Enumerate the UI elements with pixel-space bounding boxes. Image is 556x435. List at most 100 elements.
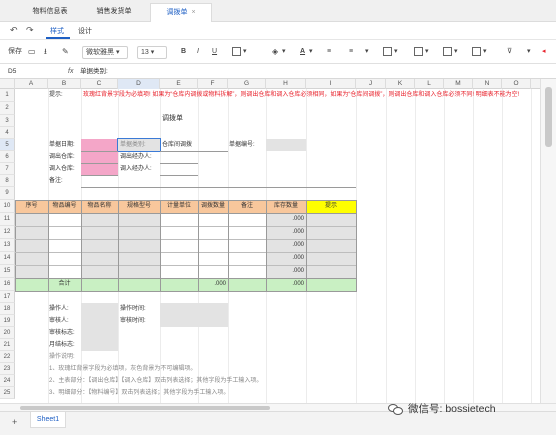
grid-line xyxy=(473,89,474,403)
scroll-thumb[interactable] xyxy=(545,87,552,147)
fill-color-icon[interactable]: ◈ xyxy=(272,46,278,58)
detail-header-unit: 计量单位 xyxy=(166,203,191,209)
function-icon[interactable]: fx xyxy=(68,66,73,77)
row-header[interactable]: 8 xyxy=(0,175,15,187)
column-header[interactable]: J xyxy=(356,79,386,89)
tab-transfer-order[interactable]: 调拨单 × xyxy=(150,3,212,22)
scroll-thumb[interactable] xyxy=(20,406,270,410)
row-header[interactable]: 15 xyxy=(0,265,15,278)
row-header[interactable]: 12 xyxy=(0,226,15,239)
row-header[interactable]: 19 xyxy=(0,315,15,327)
column-header[interactable]: G xyxy=(228,79,266,89)
save-button[interactable]: 保存 xyxy=(8,46,22,58)
align-center-icon[interactable]: ≡ xyxy=(349,46,353,58)
font-family-select[interactable]: 微软雅黑 ▾ xyxy=(82,46,128,59)
row-header[interactable]: 24 xyxy=(0,375,15,387)
row-header[interactable]: 21 xyxy=(0,339,15,351)
table-rule xyxy=(15,226,356,227)
table-rule xyxy=(228,200,229,291)
chevron-down-icon[interactable]: ▾ xyxy=(282,46,286,58)
formula-input[interactable]: 单据类别: xyxy=(80,66,108,77)
column-header[interactable]: E xyxy=(160,79,198,89)
column-header[interactable]: K xyxy=(386,79,415,89)
chevron-down-icon[interactable]: ▾ xyxy=(243,46,247,58)
remark-label: 备注: xyxy=(49,178,63,184)
spreadsheet-grid[interactable]: A B C D E F G H I J K L M N O P 1 2 3 4 … xyxy=(0,79,540,403)
row-header[interactable]: 18 xyxy=(0,303,15,315)
open-folder-icon[interactable]: ▭ xyxy=(28,46,36,58)
row-header[interactable]: 2 xyxy=(0,102,15,115)
add-sheet-icon[interactable]: + xyxy=(12,417,17,427)
format-painter-icon[interactable]: ✎ xyxy=(62,46,69,58)
readonly-month-flag xyxy=(81,339,118,351)
required-field-date-warehouses[interactable] xyxy=(81,139,118,175)
chevron-down-icon[interactable]: ▾ xyxy=(309,46,313,58)
review-flag-label: 审核标志: xyxy=(49,330,75,336)
select-all-corner[interactable] xyxy=(0,79,15,89)
row-header[interactable]: 5 xyxy=(0,139,15,151)
column-header[interactable]: M xyxy=(444,79,473,89)
column-header[interactable]: I xyxy=(306,79,356,89)
column-header[interactable]: D xyxy=(118,79,160,89)
row-header[interactable]: 14 xyxy=(0,252,15,265)
row-header[interactable]: 16 xyxy=(0,278,15,291)
insert-icon[interactable] xyxy=(414,47,423,56)
tab-sales-delivery[interactable]: 销售发货单 xyxy=(84,3,144,22)
redo-icon[interactable]: ↷ xyxy=(26,25,34,36)
more-icon[interactable]: ◂ xyxy=(542,46,546,58)
column-header[interactable]: L xyxy=(415,79,444,89)
row-header[interactable]: 20 xyxy=(0,327,15,339)
chevron-down-icon[interactable]: ▾ xyxy=(527,46,531,58)
row-header[interactable]: 23 xyxy=(0,363,15,375)
active-menu-underline xyxy=(46,37,70,39)
chevron-down-icon[interactable]: ▾ xyxy=(454,46,458,58)
row-header[interactable]: 10 xyxy=(0,200,15,213)
row-header[interactable]: 9 xyxy=(0,187,15,200)
column-header[interactable]: A xyxy=(15,79,48,89)
row-header[interactable]: 17 xyxy=(0,291,15,303)
filter-icon[interactable]: ⊽ xyxy=(507,46,512,58)
column-header[interactable]: P xyxy=(531,79,540,89)
column-header[interactable]: H xyxy=(266,79,306,89)
row-header[interactable]: 13 xyxy=(0,239,15,252)
column-header[interactable]: F xyxy=(198,79,228,89)
chevron-down-icon[interactable]: ▾ xyxy=(483,46,487,58)
row-header[interactable]: 11 xyxy=(0,213,15,226)
row-header[interactable]: 6 xyxy=(0,151,15,163)
sheet-tab[interactable]: Sheet1 xyxy=(30,412,66,428)
font-color-icon[interactable]: A xyxy=(300,46,305,58)
column-header[interactable]: C xyxy=(81,79,118,89)
underline-button[interactable]: U xyxy=(212,46,217,58)
menu-style[interactable]: 样式 xyxy=(50,26,64,36)
row-header[interactable]: 3 xyxy=(0,115,15,127)
column-header[interactable]: B xyxy=(48,79,81,89)
row-header[interactable]: 1 xyxy=(0,89,15,102)
readonly-reviewer xyxy=(81,315,118,327)
column-header[interactable]: N xyxy=(473,79,502,89)
format-icon[interactable] xyxy=(472,47,481,56)
border-icon[interactable] xyxy=(232,47,241,56)
row-header[interactable]: 4 xyxy=(0,127,15,139)
category-value[interactable]: 仓库间调拨 xyxy=(162,139,192,151)
menu-design[interactable]: 设计 xyxy=(78,26,92,36)
vertical-scrollbar[interactable] xyxy=(540,79,556,403)
chevron-down-icon[interactable]: ▾ xyxy=(365,46,369,58)
chevron-down-icon[interactable]: ▾ xyxy=(394,46,398,58)
undo-icon[interactable]: ↶ xyxy=(10,25,18,36)
download-icon[interactable]: ⭳ xyxy=(44,46,47,58)
font-size-select[interactable]: 13 ▾ xyxy=(137,46,167,59)
row-header[interactable]: 25 xyxy=(0,387,15,399)
chevron-down-icon[interactable]: ▾ xyxy=(425,46,429,58)
align-left-icon[interactable]: ≡ xyxy=(327,46,331,58)
tab-material-info[interactable]: 物料信息表 xyxy=(20,3,80,22)
row-header[interactable]: 22 xyxy=(0,351,15,363)
italic-button[interactable]: I xyxy=(197,46,199,58)
column-header[interactable]: O xyxy=(502,79,531,89)
row-header[interactable]: 7 xyxy=(0,163,15,175)
bold-button[interactable]: B xyxy=(181,46,186,58)
merge-cells-icon[interactable] xyxy=(383,47,392,56)
close-icon[interactable]: × xyxy=(191,9,195,16)
table-icon[interactable] xyxy=(443,47,452,56)
cell-reference-box[interactable]: D5 xyxy=(0,66,62,77)
total-qty: .000 xyxy=(214,281,226,287)
